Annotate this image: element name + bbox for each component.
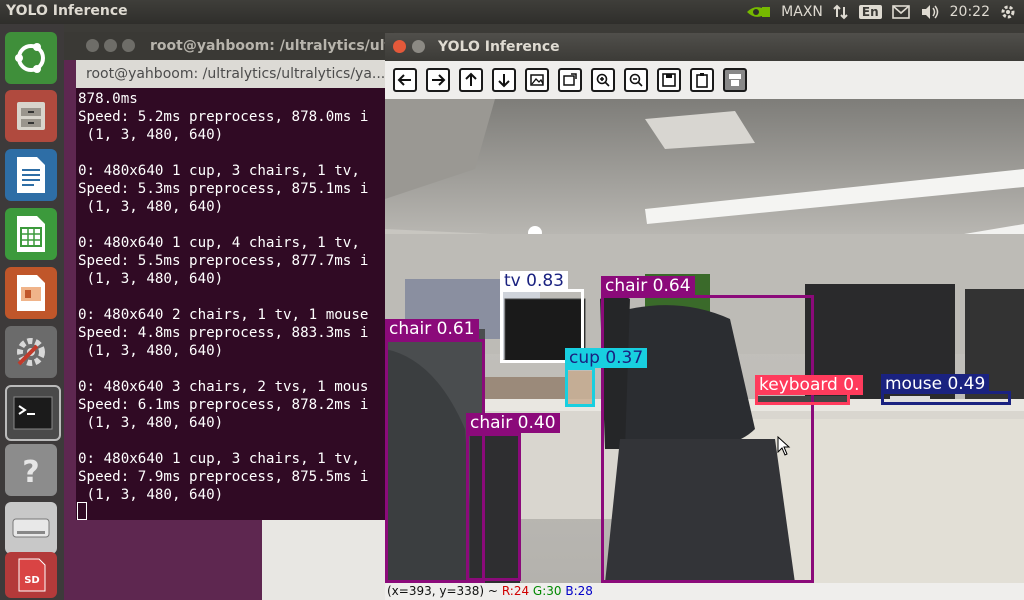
impress-icon[interactable] [5,267,57,319]
session-gear-icon[interactable] [1000,4,1016,20]
pan-up-icon[interactable] [459,68,483,92]
terminal-cursor [77,502,87,520]
detection-label-chair-left: chair 0.61 [385,319,479,339]
image-icon[interactable] [525,68,549,92]
detection-label-mouse: mouse 0.49 [881,374,990,394]
terminal-line: 0: 480x640 2 chairs, 1 tv, 1 mouse [78,307,369,323]
pan-down-icon[interactable] [492,68,516,92]
terminal-titlebar[interactable]: root@yahboom: /ultralytics/ultralytics/y… [76,60,396,88]
desktop-backdrop [262,520,396,600]
system-settings-icon[interactable] [5,326,57,378]
detection-label-chair-main: chair 0.64 [601,276,695,296]
system-tray: MAXN En 20:22 [745,0,1016,24]
terminal-line: (1, 3, 480, 640) [78,487,224,503]
bg-minimize-button[interactable] [104,39,117,52]
mail-icon[interactable] [891,5,910,19]
clock[interactable]: 20:22 [950,4,990,20]
cursor-coordinates: (x=393, y=338) ~ [387,584,498,598]
volume-icon[interactable] [920,4,940,20]
pixel-red-value: R:24 [501,584,530,598]
top-panel: YOLO Inference MAXN En 20:22 [0,0,1024,24]
nvidia-icon[interactable] [745,4,771,20]
network-transfer-icon[interactable] [833,4,849,20]
sd-card-icon[interactable]: SD [5,552,57,598]
yolo-close-button[interactable] [393,40,406,53]
terminal-line: Speed: 5.2ms preprocess, 878.0ms i [78,109,369,125]
terminal-window[interactable]: root@yahboom: /ultralytics/ultralytics/y… [76,60,396,520]
terminal-line: Speed: 4.8ms preprocess, 883.3ms i [78,325,369,341]
terminal-title: root@yahboom: /ultralytics/ultralytics/y… [86,66,386,82]
bg-close-button[interactable] [86,39,99,52]
zoom-in-icon[interactable] [591,68,615,92]
keyboard-layout-indicator[interactable]: En [858,5,882,19]
detection-box-cup [565,367,595,407]
mouse-pointer-icon [777,436,791,456]
pixel-green-value: G:30 [532,584,562,598]
help-icon[interactable]: ? [5,444,57,496]
launcher: ? SD [0,24,64,600]
detection-label-tv: tv 0.83 [500,271,568,291]
disk-icon[interactable] [5,502,57,554]
calc-icon[interactable] [5,208,57,260]
forward-icon[interactable] [426,68,450,92]
terminal-line: Speed: 6.1ms preprocess, 878.2ms i [78,397,369,413]
detection-box-chair-small [466,433,521,581]
image-edit-icon[interactable] [558,68,582,92]
status-bar: (x=393, y=338) ~ R:24 G:30 B:28 [385,583,1024,600]
terminal-line: 0: 480x640 1 cup, 3 chairs, 1 tv, [78,163,360,179]
bg-maximize-button[interactable] [122,39,135,52]
terminal-line: 0: 480x640 1 cup, 4 chairs, 1 tv, [78,235,360,251]
clipboard-icon[interactable] [690,68,714,92]
save-icon[interactable] [657,68,681,92]
yolo-titlebar[interactable]: YOLO Inference [385,33,1024,61]
background-window-titlebar[interactable]: root@yahboom: /ultralytics/ultralytics [64,32,450,60]
terminal-line: Speed: 5.5ms preprocess, 877.7ms i [78,253,369,269]
terminal-line: (1, 3, 480, 640) [78,343,224,359]
back-icon[interactable] [393,68,417,92]
sd-card-label: SD [24,575,40,586]
files-icon[interactable] [5,90,57,142]
terminal-line: (1, 3, 480, 640) [78,127,224,143]
terminal-line: Speed: 5.3ms preprocess, 875.1ms i [78,181,369,197]
image-toolbar [385,61,1024,99]
terminal-line: (1, 3, 480, 640) [78,199,224,215]
ubuntu-dash-icon[interactable] [5,32,57,84]
terminal-line: (1, 3, 480, 640) [78,415,224,431]
yolo-window[interactable]: YOLO Inference tv 0.83 chair 0.64 chair … [385,33,1024,600]
detection-label-cup: cup 0.37 [565,348,648,368]
properties-icon[interactable] [723,68,747,92]
pixel-blue-value: B:28 [565,584,593,598]
detection-label-keyboard: keyboard 0. [755,375,864,395]
writer-icon[interactable] [5,149,57,201]
detection-label-chair-small: chair 0.40 [466,413,560,433]
power-mode-label[interactable]: MAXN [781,4,823,20]
terminal-line: 0: 480x640 3 chairs, 2 tvs, 1 mous [78,379,369,395]
terminal-line: 878.0ms [78,91,138,107]
active-app-name: YOLO Inference [6,3,128,19]
yolo-minimize-button[interactable] [412,40,425,53]
terminal-line: (1, 3, 480, 640) [78,271,224,287]
inference-image[interactable]: tv 0.83 chair 0.64 chair 0.61 cup 0.37 k… [385,99,1024,583]
svg-text:?: ? [22,455,39,490]
terminal-icon[interactable] [5,385,61,441]
terminal-output[interactable]: 878.0ms Speed: 5.2ms preprocess, 878.0ms … [78,90,368,504]
yolo-window-title: YOLO Inference [438,39,560,55]
terminal-line: 0: 480x640 1 cup, 3 chairs, 1 tv, [78,451,360,467]
zoom-out-icon[interactable] [624,68,648,92]
terminal-line: Speed: 7.9ms preprocess, 875.5ms i [78,469,369,485]
